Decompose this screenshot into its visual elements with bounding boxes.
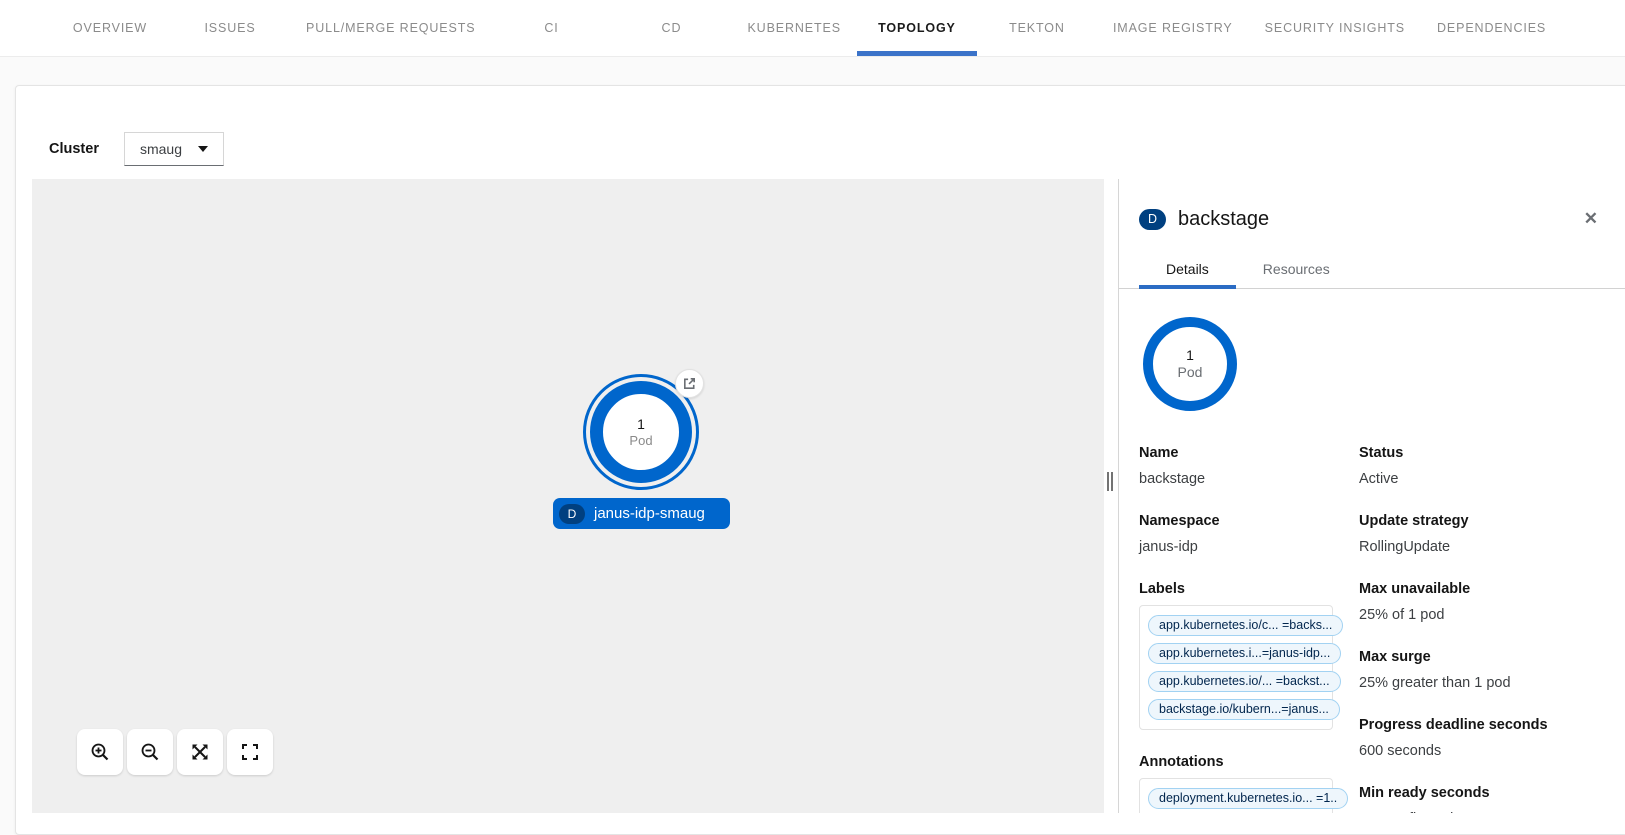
field-status-label: Status bbox=[1359, 443, 1606, 463]
field-annotations: Annotations deployment.kubernetes.io... … bbox=[1139, 752, 1359, 813]
topology-card: Cluster smaug 1 Pod D janus-idp bbox=[15, 85, 1625, 835]
pod-ring-chart: 1 Pod bbox=[1143, 317, 1237, 411]
tab-topology[interactable]: TOPOLOGY bbox=[857, 0, 977, 56]
field-min-ready: Min ready seconds Not configured bbox=[1359, 783, 1606, 813]
topology-canvas[interactable]: 1 Pod D janus-idp-smaug bbox=[32, 179, 1104, 813]
entity-tab-bar: OVERVIEW ISSUES PULL/MERGE REQUESTS CI C… bbox=[0, 0, 1625, 57]
pod-ring-kind: Pod bbox=[1178, 363, 1203, 381]
node-label-text: janus-idp-smaug bbox=[594, 505, 705, 522]
field-status: Status Active bbox=[1359, 443, 1606, 489]
field-labels-label: Labels bbox=[1139, 579, 1359, 599]
cluster-label: Cluster bbox=[49, 141, 99, 157]
panel-body: 1 Pod Name backstage Namespace janus-idp bbox=[1119, 289, 1625, 813]
panel-tab-bar: Details Resources bbox=[1119, 249, 1625, 289]
canvas-controls bbox=[77, 729, 273, 775]
field-progress-deadline-label: Progress deadline seconds bbox=[1359, 715, 1606, 735]
labels-chip-group: app.kubernetes.io/c... =backs... app.kub… bbox=[1139, 605, 1333, 730]
label-chip[interactable]: app.kubernetes.i...=janus-idp... bbox=[1148, 643, 1341, 664]
tab-ci[interactable]: CI bbox=[491, 0, 611, 56]
tab-image-registry[interactable]: IMAGE REGISTRY bbox=[1097, 0, 1249, 56]
tab-kubernetes[interactable]: KUBERNETES bbox=[731, 0, 857, 56]
field-update-strategy: Update strategy RollingUpdate bbox=[1359, 511, 1606, 557]
field-max-surge: Max surge 25% greater than 1 pod bbox=[1359, 647, 1606, 693]
panel-splitter[interactable] bbox=[1104, 179, 1118, 813]
tab-overview[interactable]: OVERVIEW bbox=[50, 0, 170, 56]
open-url-decorator[interactable] bbox=[675, 369, 704, 398]
label-chip[interactable]: app.kubernetes.io/... =backst... bbox=[1148, 671, 1341, 692]
pod-ring-count: 1 bbox=[1186, 347, 1194, 363]
label-chip[interactable]: app.kubernetes.io/c... =backs... bbox=[1148, 615, 1343, 636]
zoom-out-icon bbox=[140, 742, 160, 762]
field-name-value: backstage bbox=[1139, 469, 1359, 489]
field-namespace: Namespace janus-idp bbox=[1139, 511, 1359, 557]
node-pod-kind: Pod bbox=[629, 433, 652, 449]
cluster-selected-value: smaug bbox=[140, 141, 182, 157]
panel-tab-details[interactable]: Details bbox=[1139, 249, 1236, 288]
zoom-in-button[interactable] bbox=[77, 729, 123, 775]
field-max-surge-label: Max surge bbox=[1359, 647, 1606, 667]
annotations-chip-group: deployment.kubernetes.io... =1.. bbox=[1139, 778, 1333, 813]
deployment-badge: D bbox=[559, 504, 585, 524]
annotation-chip[interactable]: deployment.kubernetes.io... =1.. bbox=[1148, 788, 1348, 809]
details-side-panel: D backstage ✕ Details Resources 1 Pod Na… bbox=[1118, 179, 1625, 813]
field-progress-deadline-value: 600 seconds bbox=[1359, 741, 1606, 761]
field-status-value: Active bbox=[1359, 469, 1606, 489]
field-max-unavailable-value: 25% of 1 pod bbox=[1359, 605, 1606, 625]
panel-header: D backstage ✕ bbox=[1119, 179, 1625, 249]
tab-tekton[interactable]: TEKTON bbox=[977, 0, 1097, 56]
cluster-select[interactable]: smaug bbox=[124, 132, 224, 166]
field-max-surge-value: 25% greater than 1 pod bbox=[1359, 673, 1606, 693]
deployment-node[interactable]: 1 Pod bbox=[590, 381, 692, 483]
drag-handle-icon[interactable] bbox=[1107, 472, 1113, 491]
caret-down-icon bbox=[198, 146, 208, 152]
field-name: Name backstage bbox=[1139, 443, 1359, 489]
tab-cd[interactable]: CD bbox=[611, 0, 731, 56]
zoom-out-button[interactable] bbox=[127, 729, 173, 775]
field-namespace-label: Namespace bbox=[1139, 511, 1359, 531]
field-annotations-label: Annotations bbox=[1139, 752, 1359, 772]
panel-title: backstage bbox=[1178, 208, 1564, 231]
field-min-ready-value: Not configured bbox=[1359, 809, 1606, 813]
panel-tab-resources[interactable]: Resources bbox=[1236, 249, 1357, 288]
field-name-label: Name bbox=[1139, 443, 1359, 463]
tab-dependencies[interactable]: DEPENDENCIES bbox=[1421, 0, 1562, 56]
topology-toolbar: Cluster smaug bbox=[16, 86, 1625, 179]
field-update-strategy-label: Update strategy bbox=[1359, 511, 1606, 531]
fit-to-screen-icon bbox=[190, 742, 210, 762]
field-min-ready-label: Min ready seconds bbox=[1359, 783, 1606, 803]
tab-security-insights[interactable]: SECURITY INSIGHTS bbox=[1249, 0, 1421, 56]
field-max-unavailable: Max unavailable 25% of 1 pod bbox=[1359, 579, 1606, 625]
deployment-badge: D bbox=[1139, 209, 1166, 230]
node-label[interactable]: D janus-idp-smaug bbox=[553, 498, 730, 529]
label-chip[interactable]: backstage.io/kubern...=janus... bbox=[1148, 699, 1340, 720]
field-progress-deadline: Progress deadline seconds 600 seconds bbox=[1359, 715, 1606, 761]
tab-pull-merge-requests[interactable]: PULL/MERGE REQUESTS bbox=[290, 0, 491, 56]
field-namespace-value: janus-idp bbox=[1139, 537, 1359, 557]
fit-to-screen-button[interactable] bbox=[177, 729, 223, 775]
zoom-in-icon bbox=[90, 742, 110, 762]
field-update-strategy-value: RollingUpdate bbox=[1359, 537, 1606, 557]
node-pod-count: 1 bbox=[637, 416, 645, 433]
tab-issues[interactable]: ISSUES bbox=[170, 0, 290, 56]
field-labels: Labels app.kubernetes.io/c... =backs... … bbox=[1139, 579, 1359, 730]
close-panel-button[interactable]: ✕ bbox=[1576, 205, 1606, 233]
field-max-unavailable-label: Max unavailable bbox=[1359, 579, 1606, 599]
fullscreen-button[interactable] bbox=[227, 729, 273, 775]
external-link-icon bbox=[682, 376, 697, 391]
fullscreen-icon bbox=[240, 742, 260, 762]
